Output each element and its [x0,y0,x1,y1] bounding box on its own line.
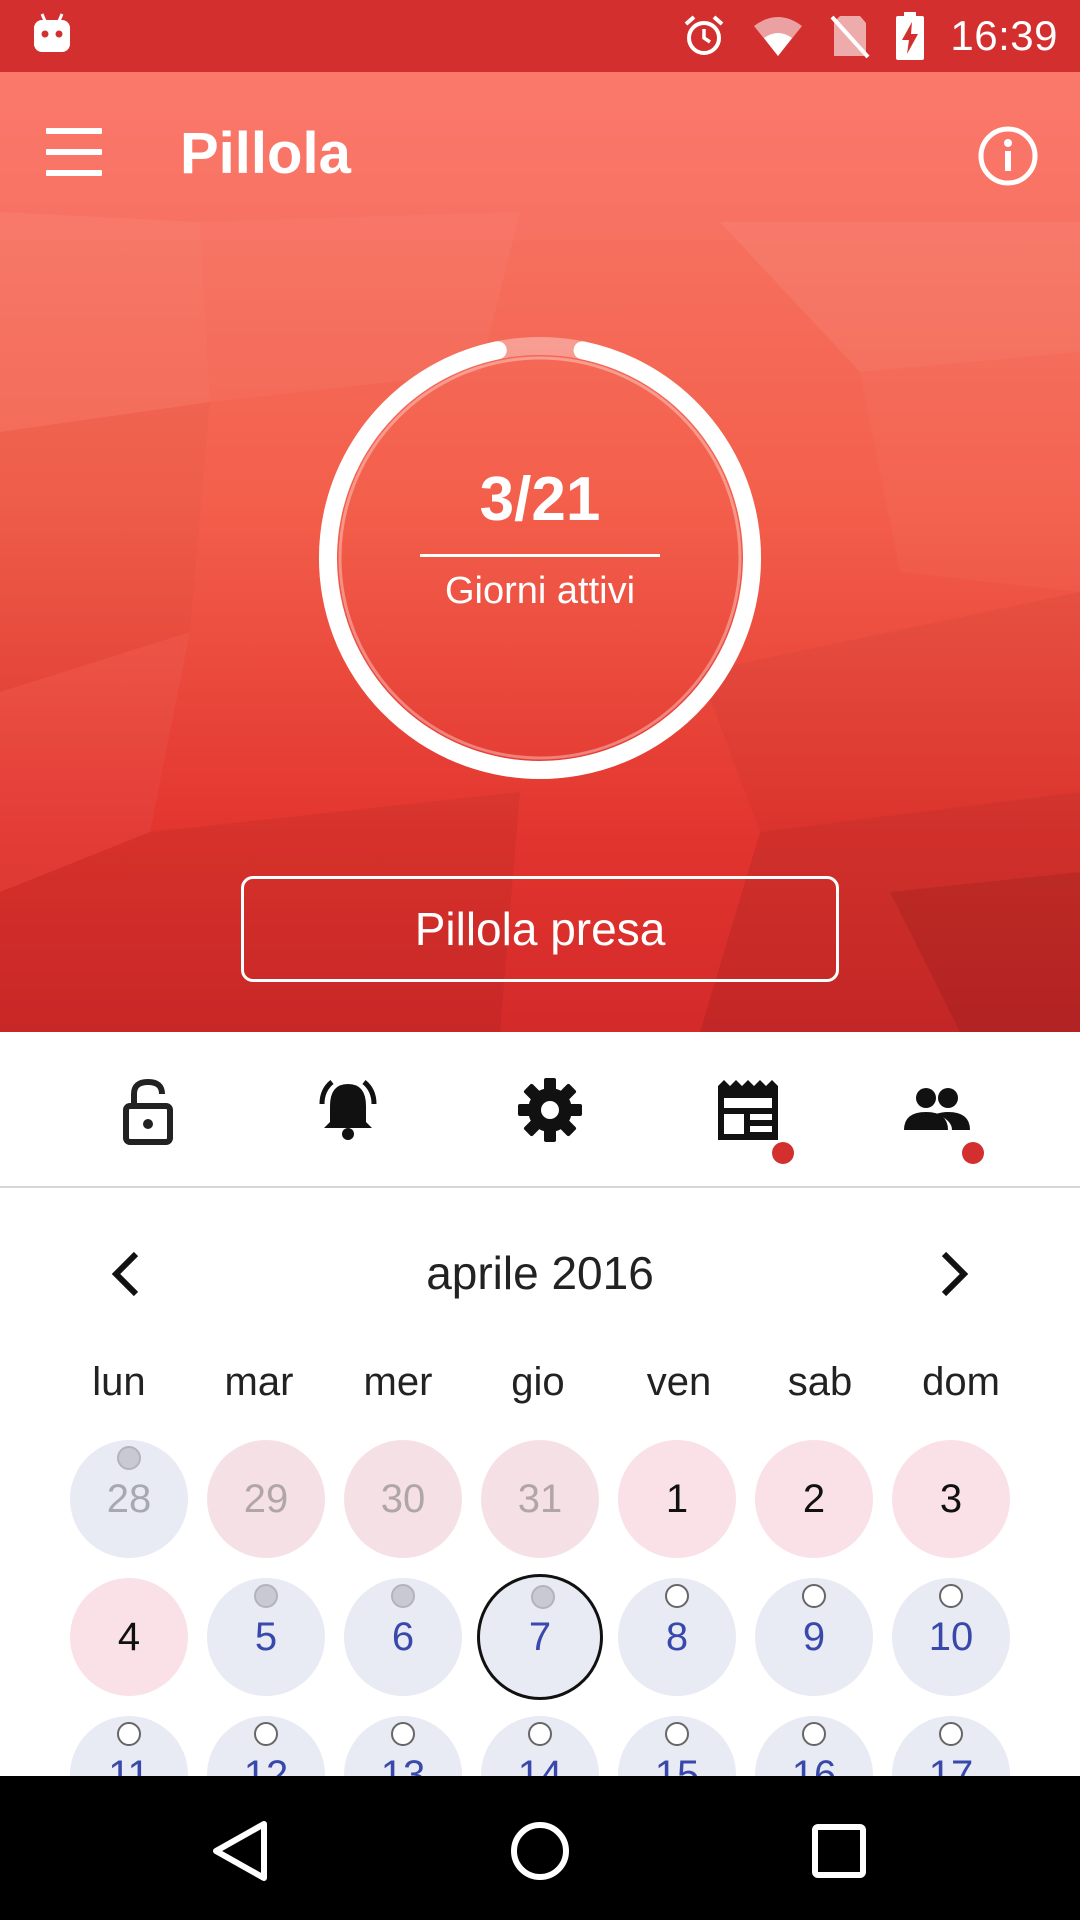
system-nav-bar [0,1776,1080,1920]
day-number: 15 [654,1752,700,1777]
calendar-day[interactable]: 1 [618,1440,736,1558]
calendar: aprile 2016 lun mar mer gio ven sab dom … [0,1190,1080,1776]
tool-row [0,1032,1080,1188]
day-number: 6 [391,1614,415,1659]
pill-pending-marker [939,1584,963,1608]
people-badge [962,1142,984,1164]
news-badge [772,1142,794,1164]
day-number: 8 [665,1614,689,1659]
gear-icon[interactable] [514,1074,586,1146]
day-number: 9 [802,1614,826,1659]
battery-charging-icon [896,12,925,60]
alarm-icon [685,15,724,55]
pill-taken-button[interactable]: Pillola presa [241,876,839,982]
calendar-day[interactable]: 12 [207,1716,325,1776]
calendar-day[interactable]: 28 [70,1440,188,1558]
menu-icon[interactable] [46,128,112,184]
weekday-label: mar [224,1360,294,1404]
day-number: 14 [517,1752,563,1777]
app-title: Pillola [180,121,351,186]
pill-pending-marker [665,1584,689,1608]
calendar-day[interactable]: 14 [481,1716,599,1776]
calendar-month: aprile 2016 [426,1247,654,1299]
calendar-day[interactable]: 15 [618,1716,736,1776]
pill-pending-marker [665,1722,689,1746]
counter-divider [420,554,660,557]
calendar-day[interactable]: 10 [892,1578,1010,1696]
calendar-day[interactable]: 17 [892,1716,1010,1776]
day-number: 28 [106,1476,152,1521]
status-bar: 16:39 [0,0,1080,72]
day-number: 10 [928,1614,974,1659]
weekday-label: mer [363,1360,433,1404]
progress-label: Giorni attivi [444,570,636,612]
calendar-day[interactable]: 6 [344,1578,462,1696]
calendar-day[interactable]: 4 [70,1578,188,1696]
day-number: 4 [117,1614,141,1659]
weekday-header: lun mar mer gio ven sab dom [0,1360,1080,1410]
recents-icon[interactable] [804,1816,874,1886]
progress-counter: 3/21 [479,465,601,534]
day-number: 3 [939,1476,963,1521]
people-icon[interactable] [900,1074,972,1146]
back-icon[interactable] [206,1816,276,1886]
news-icon[interactable] [712,1074,784,1146]
day-number: 17 [928,1752,974,1777]
pill-pending-marker [117,1722,141,1746]
day-number: 29 [243,1476,289,1521]
calendar-day[interactable]: 16 [755,1716,873,1776]
day-number: 7 [528,1614,552,1659]
app-bar: Pillola [0,72,1080,240]
no-sim-icon [830,15,870,59]
pill-pending-marker [802,1584,826,1608]
day-number: 31 [517,1476,563,1521]
day-number: 2 [802,1476,826,1521]
calendar-day[interactable]: 5 [207,1578,325,1696]
home-icon[interactable] [505,1816,575,1886]
progress-ring: 3/21 Giorni attivi [316,334,764,782]
chevron-right-icon[interactable] [934,1246,974,1302]
calendar-day[interactable]: 29 [207,1440,325,1558]
weekday-label: sab [787,1360,853,1404]
wifi-icon [754,17,803,56]
pill-pending-marker [254,1722,278,1746]
unlock-icon[interactable] [112,1074,184,1146]
pill-taken-marker [531,1585,555,1609]
calendar-day[interactable]: 30 [344,1440,462,1558]
calendar-day[interactable]: 8 [618,1578,736,1696]
calendar-day[interactable]: 31 [481,1440,599,1558]
weekday-label: ven [646,1360,712,1404]
day-number: 5 [254,1614,278,1659]
status-time: 16:39 [950,12,1058,59]
android-debug-icon [34,13,70,52]
calendar-day[interactable]: 9 [755,1578,873,1696]
info-icon[interactable] [976,124,1040,188]
hero-panel: Pillola 3/21 Giorni attivi Pillola presa [0,72,1080,1032]
pill-pending-marker [939,1722,963,1746]
weekday-label: dom [922,1360,1000,1404]
day-number: 30 [380,1476,426,1521]
day-number: 1 [665,1476,689,1521]
calendar-day[interactable]: 2 [755,1440,873,1558]
calendar-day[interactable]: 13 [344,1716,462,1776]
pill-pending-marker [802,1722,826,1746]
day-number: 12 [243,1752,289,1777]
pill-taken-marker [391,1584,415,1608]
pill-taken-marker [254,1584,278,1608]
calendar-day[interactable]: 11 [70,1716,188,1776]
bell-icon[interactable] [312,1074,384,1146]
calendar-day-today[interactable]: 7 [477,1574,603,1700]
day-number: 16 [791,1752,837,1777]
pill-pending-marker [391,1722,415,1746]
pill-pending-marker [528,1722,552,1746]
day-number: 13 [380,1752,426,1777]
calendar-day[interactable]: 3 [892,1440,1010,1558]
progress-ring-graphic [319,337,761,779]
weekday-label: lun [92,1360,146,1404]
day-number: 11 [108,1752,150,1777]
pill-taken-marker [117,1446,141,1470]
weekday-label: gio [511,1360,565,1404]
